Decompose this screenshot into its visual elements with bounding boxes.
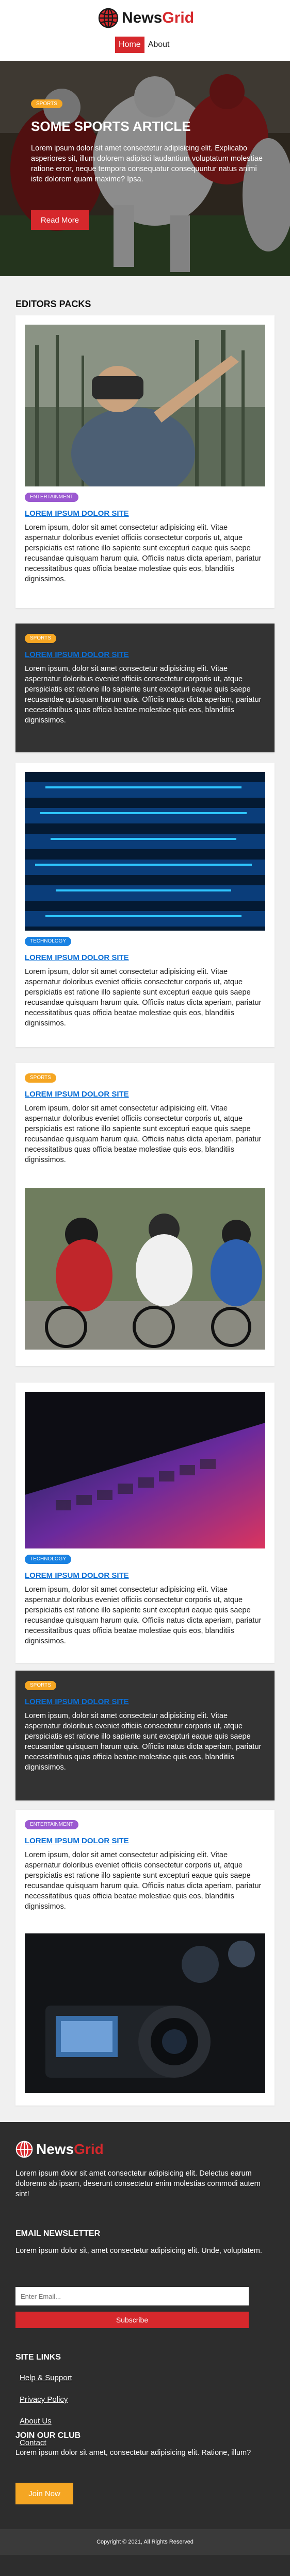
article-card: Entertainment LOREM IPSUM DOLOR SITE Lor… <box>15 1810 275 2106</box>
footer-logo[interactable]: NewsGrid <box>15 2141 104 2158</box>
server-rack-photo[interactable] <box>25 772 265 931</box>
main-nav: Home About <box>115 37 173 53</box>
site-header: NewsGrid Home About <box>0 0 290 61</box>
category-badge[interactable]: Entertainment <box>25 1820 79 1829</box>
hero-excerpt: Lorem ipsum dolor sit amet consectetur a… <box>31 144 263 183</box>
copyright-text: Copyright © 2021, All Rights Reserved <box>96 2539 194 2545</box>
read-more-button[interactable]: Read More <box>31 210 89 230</box>
category-badge[interactable]: Sports <box>25 1073 56 1083</box>
footer-logo-text: NewsGrid <box>36 2141 104 2157</box>
camera-photo[interactable] <box>25 1933 265 2093</box>
article-card: Sports LOREM IPSUM DOLOR SITE Lorem ipsu… <box>15 1063 275 1366</box>
site-links-heading: SITE LINKS <box>15 2353 61 2362</box>
about-us-link[interactable]: About Us <box>20 2417 52 2426</box>
article-excerpt: Lorem ipsum, dolor sit amet consectetur … <box>25 524 262 583</box>
article-title-link[interactable]: LOREM IPSUM DOLOR SITE <box>25 1837 129 1845</box>
hero-category-badge[interactable]: Sports <box>31 99 62 108</box>
copyright-bar: Copyright © 2021, All Rights Reserved <box>0 2529 290 2555</box>
editors-packs-heading: EDITORS PACKS <box>15 299 91 309</box>
cyclists-photo[interactable] <box>25 1188 265 1350</box>
category-badge[interactable]: Technology <box>25 1555 72 1564</box>
keyboard-photo[interactable] <box>25 1392 265 1548</box>
footer-about-text: Lorem ipsum dolor sit amet consectetur a… <box>15 2169 261 2198</box>
article-title-link[interactable]: LOREM IPSUM DOLOR SITE <box>25 1571 129 1580</box>
email-input[interactable] <box>15 2287 249 2305</box>
newsletter-heading: EMAIL NEWSLETTER <box>15 2229 101 2238</box>
globe-icon <box>98 8 119 28</box>
article-excerpt: Lorem ipsum, dolor sit amet consectetur … <box>25 1104 262 1164</box>
article-excerpt: Lorem ipsum, dolor sit amet consectetur … <box>25 1851 262 1911</box>
article-title-link[interactable]: LOREM IPSUM DOLOR SITE <box>25 509 129 518</box>
globe-icon <box>15 2141 33 2158</box>
article-card: Technology LOREM IPSUM DOLOR SITE Lorem … <box>15 763 275 1047</box>
article-excerpt: Lorem ipsum, dolor sit amet consectetur … <box>25 1586 262 1645</box>
join-now-button[interactable]: Join Now <box>15 2483 73 2504</box>
article-excerpt: Lorem ipsum, dolor sit amet consectetur … <box>25 665 262 725</box>
hero-title: SOME SPORTS ARTICLE <box>31 119 191 134</box>
category-badge[interactable]: Entertainment <box>25 493 79 502</box>
article-excerpt: Lorem ipsum, dolor sit amet consectetur … <box>25 1712 262 1772</box>
join-club-heading: JOIN OUR CLUB <box>15 2431 81 2440</box>
nav-home-link[interactable]: Home <box>115 37 144 53</box>
article-card: Sports LOREM IPSUM DOLOR SITE Lorem ipsu… <box>15 624 275 752</box>
article-card: Sports LOREM IPSUM DOLOR SITE Lorem ipsu… <box>15 1671 275 1800</box>
site-logo[interactable]: NewsGrid <box>98 7 196 29</box>
help-support-link[interactable]: Help & Support <box>20 2373 72 2382</box>
article-title-link[interactable]: LOREM IPSUM DOLOR SITE <box>25 650 129 659</box>
newsletter-text: Lorem ipsum dolor sit, amet consectetur … <box>15 2247 262 2255</box>
article-title-link[interactable]: LOREM IPSUM DOLOR SITE <box>25 1090 129 1099</box>
category-badge[interactable]: Technology <box>25 937 72 946</box>
article-card: Technology LOREM IPSUM DOLOR SITE Lorem … <box>15 1383 275 1663</box>
category-badge[interactable]: Sports <box>25 634 56 643</box>
privacy-policy-link[interactable]: Privacy Policy <box>20 2395 68 2404</box>
nav-about-link[interactable]: About <box>144 37 173 53</box>
vr-headset-photo[interactable] <box>25 325 265 486</box>
article-title-link[interactable]: LOREM IPSUM DOLOR SITE <box>25 1697 129 1706</box>
article-card: Entertainment LOREM IPSUM DOLOR SITE Lor… <box>15 315 275 608</box>
join-club-text: Lorem ipsum dolor sit amet, consectetur … <box>15 2449 251 2457</box>
article-title-link[interactable]: LOREM IPSUM DOLOR SITE <box>25 953 129 962</box>
category-badge[interactable]: Sports <box>25 1681 56 1690</box>
site-footer: NewsGrid Lorem ipsum dolor sit amet cons… <box>0 2122 290 2576</box>
hero-banner: Sports SOME SPORTS ARTICLE Lorem ipsum d… <box>0 61 290 276</box>
subscribe-button[interactable]: Subscribe <box>15 2312 249 2328</box>
site-logo-text: NewsGrid <box>122 9 195 26</box>
article-excerpt: Lorem ipsum, dolor sit amet consectetur … <box>25 968 262 1028</box>
